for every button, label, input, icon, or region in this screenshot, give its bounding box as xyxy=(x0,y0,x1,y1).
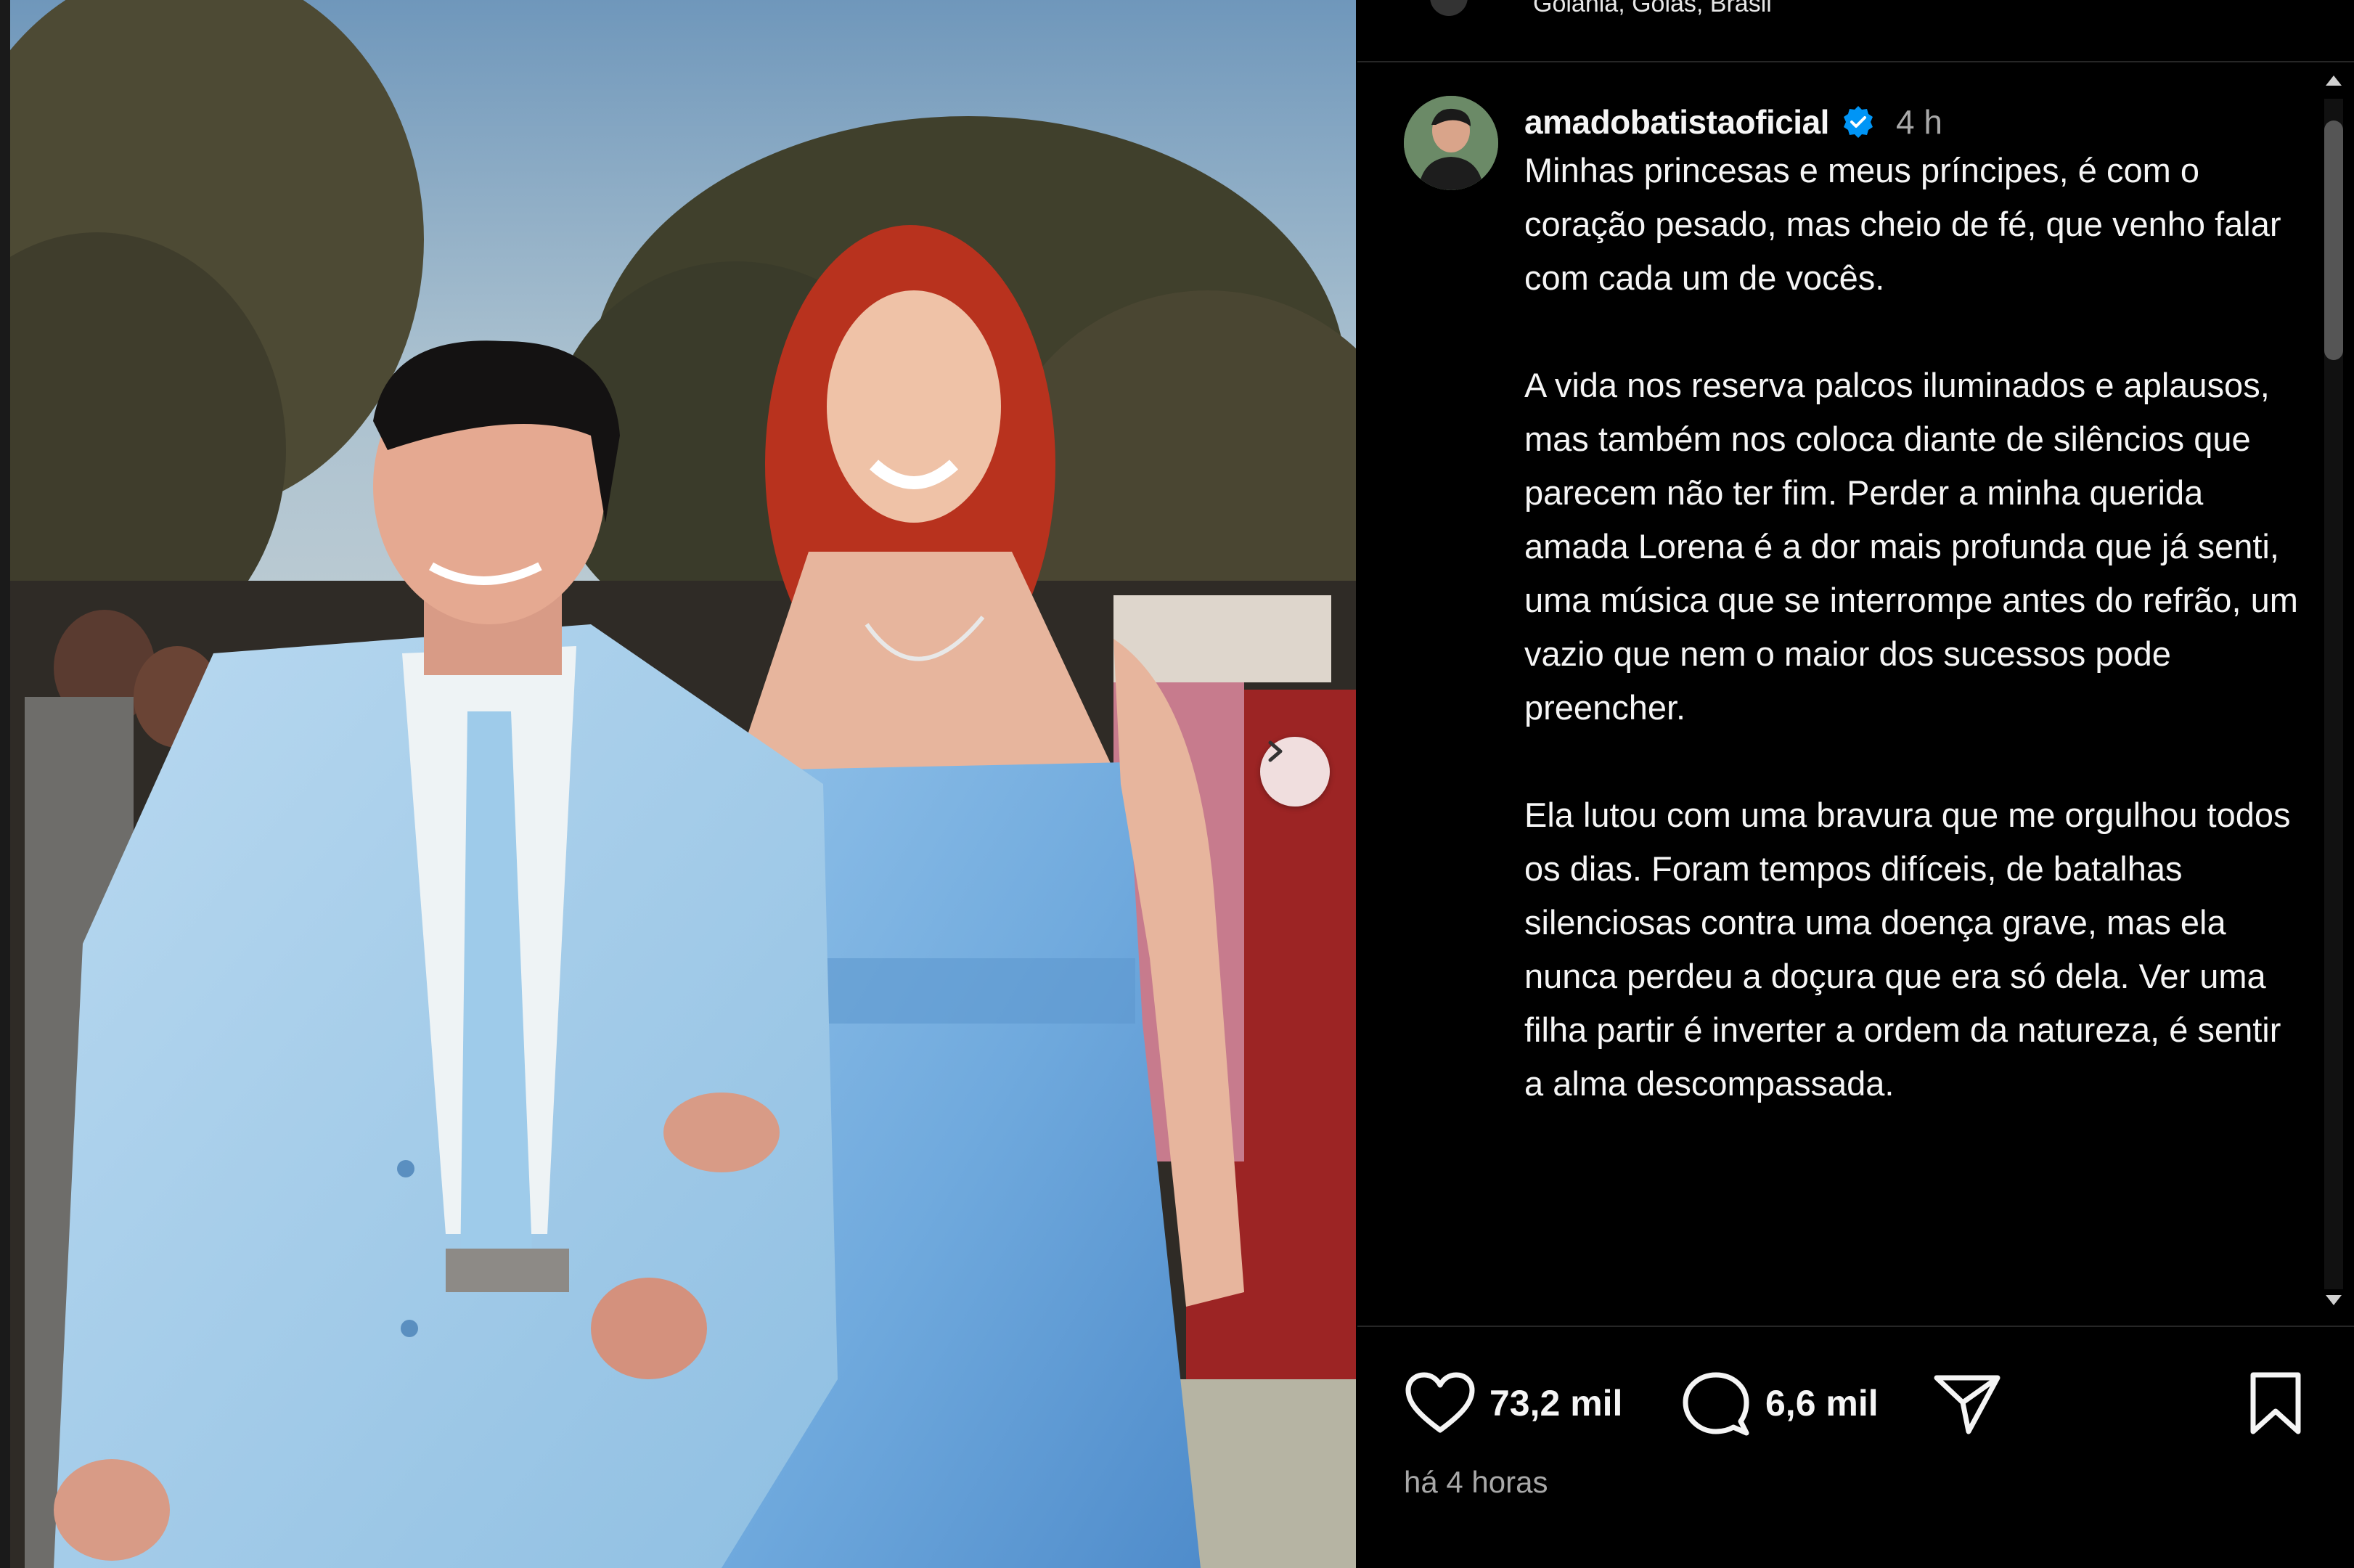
location-link[interactable]: Goiânia, Goiás, Brasil xyxy=(1533,0,1772,18)
caption-paragraph: Minhas princesas e meus príncipes, é com… xyxy=(1524,151,2281,297)
action-bar: 73,2 mil 6,6 mil há 4 horas xyxy=(1357,1326,2354,1568)
caption-scrollbar[interactable] xyxy=(2316,62,2352,1326)
username-link[interactable]: amadobatistaoficial xyxy=(1524,102,1829,142)
header-avatar[interactable] xyxy=(1430,0,1468,16)
paper-plane-icon xyxy=(1934,1375,2001,1434)
bookmark-icon xyxy=(2250,1372,2301,1434)
caption-body: amadobatistaoficial 4 h Minhas princesas… xyxy=(1524,96,2301,1164)
author-line: amadobatistaoficial 4 h xyxy=(1524,100,2301,144)
post-photo-illustration xyxy=(10,0,1356,1568)
post-timestamp[interactable]: há 4 horas xyxy=(1404,1465,1548,1500)
heart-icon xyxy=(1405,1372,1475,1433)
chevron-right-icon xyxy=(1268,740,1283,762)
post-header: Goiânia, Goiás, Brasil xyxy=(1357,0,2354,62)
comment-bubble-icon xyxy=(1683,1372,1749,1436)
like-count[interactable]: 73,2 mil xyxy=(1489,1382,1622,1424)
avatar-photo xyxy=(1404,96,1498,190)
next-image-button[interactable] xyxy=(1260,737,1330,807)
share-button[interactable] xyxy=(1931,1371,2003,1436)
save-button[interactable] xyxy=(2243,1371,2308,1436)
caption-text: Minhas princesas e meus príncipes, é com… xyxy=(1524,144,2301,1111)
caption-paragraph: A vida nos reserva palcos iluminados e a… xyxy=(1524,366,2298,727)
comment-button[interactable]: 6,6 mil xyxy=(1680,1371,1879,1436)
instagram-post-viewer: Goiânia, Goiás, Brasil amadobatistaofici… xyxy=(0,0,2354,1568)
scroll-up-arrow-icon[interactable] xyxy=(2323,70,2345,91)
caption-paragraph: Ela lutou com uma bravura que me orgulho… xyxy=(1524,796,2291,1103)
comment-count[interactable]: 6,6 mil xyxy=(1765,1382,1879,1424)
post-photo[interactable] xyxy=(10,0,1356,1568)
verified-badge-icon xyxy=(1843,106,1873,138)
like-button[interactable]: 73,2 mil xyxy=(1404,1371,1622,1436)
scroll-down-arrow-icon[interactable] xyxy=(2323,1289,2345,1311)
post-sidebar: Goiânia, Goiás, Brasil amadobatistaofici… xyxy=(1357,0,2354,1568)
scrollbar-thumb[interactable] xyxy=(2324,121,2343,360)
post-time[interactable]: 4 h xyxy=(1896,102,1942,142)
window-edge xyxy=(0,0,10,1568)
caption-scroll-area[interactable]: amadobatistaoficial 4 h Minhas princesas… xyxy=(1357,62,2308,1326)
avatar[interactable] xyxy=(1404,96,1498,190)
